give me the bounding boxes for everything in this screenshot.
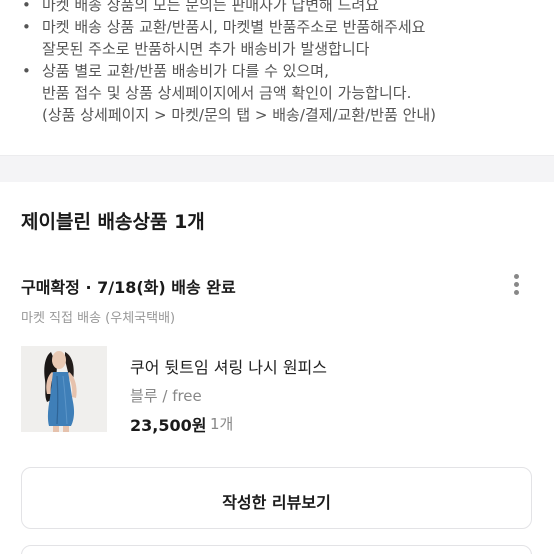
- product-thumbnail[interactable]: [21, 346, 107, 432]
- product-quantity: 1개: [210, 415, 234, 433]
- more-vertical-icon[interactable]: [504, 272, 528, 298]
- shipping-notice: • 마켓 배송 상품의 모든 문의는 판매자가 답변해 드려요 • 마켓 배송 …: [0, 0, 554, 155]
- bullet: •: [22, 0, 31, 14]
- notice-text: 마켓 배송 상품 교환/반품시, 마켓별 반품주소로 반품해주세요: [42, 18, 426, 36]
- product-option: 블루 / free: [130, 387, 202, 405]
- dress-image-icon: [21, 346, 107, 432]
- view-review-button[interactable]: 작성한 리뷰보기: [21, 467, 532, 529]
- bullet: •: [22, 62, 31, 80]
- section-divider: [0, 155, 554, 182]
- notice-text: 반품 접수 및 상품 상세페이지에서 금액 확인이 가능합니다.: [42, 84, 412, 102]
- product-price: 23,500원: [130, 416, 207, 435]
- order-status: 구매확정 · 7/18(화) 배송 완료: [21, 278, 236, 297]
- seller-section-title: 제이블린 배송상품 1개: [21, 211, 205, 233]
- bullet: •: [22, 18, 31, 36]
- next-action-card[interactable]: [21, 545, 532, 554]
- notice-text: 마켓 배송 상품의 모든 문의는 판매자가 답변해 드려요: [42, 0, 379, 14]
- view-review-label: 작성한 리뷰보기: [222, 493, 331, 512]
- product-name[interactable]: 쿠어 뒷트임 셔링 나시 원피스: [130, 354, 327, 378]
- notice-text: 잘못된 주소로 반품하시면 추가 배송비가 발생합니다: [42, 40, 370, 58]
- notice-text: 상품 별로 교환/반품 배송비가 다를 수 있으며,: [42, 62, 329, 80]
- shipping-method: 마켓 직접 배송 (우체국택배): [21, 311, 176, 326]
- notice-text: (상품 상세페이지 > 마켓/문의 탭 > 배송/결제/교환/반품 안내): [42, 106, 437, 124]
